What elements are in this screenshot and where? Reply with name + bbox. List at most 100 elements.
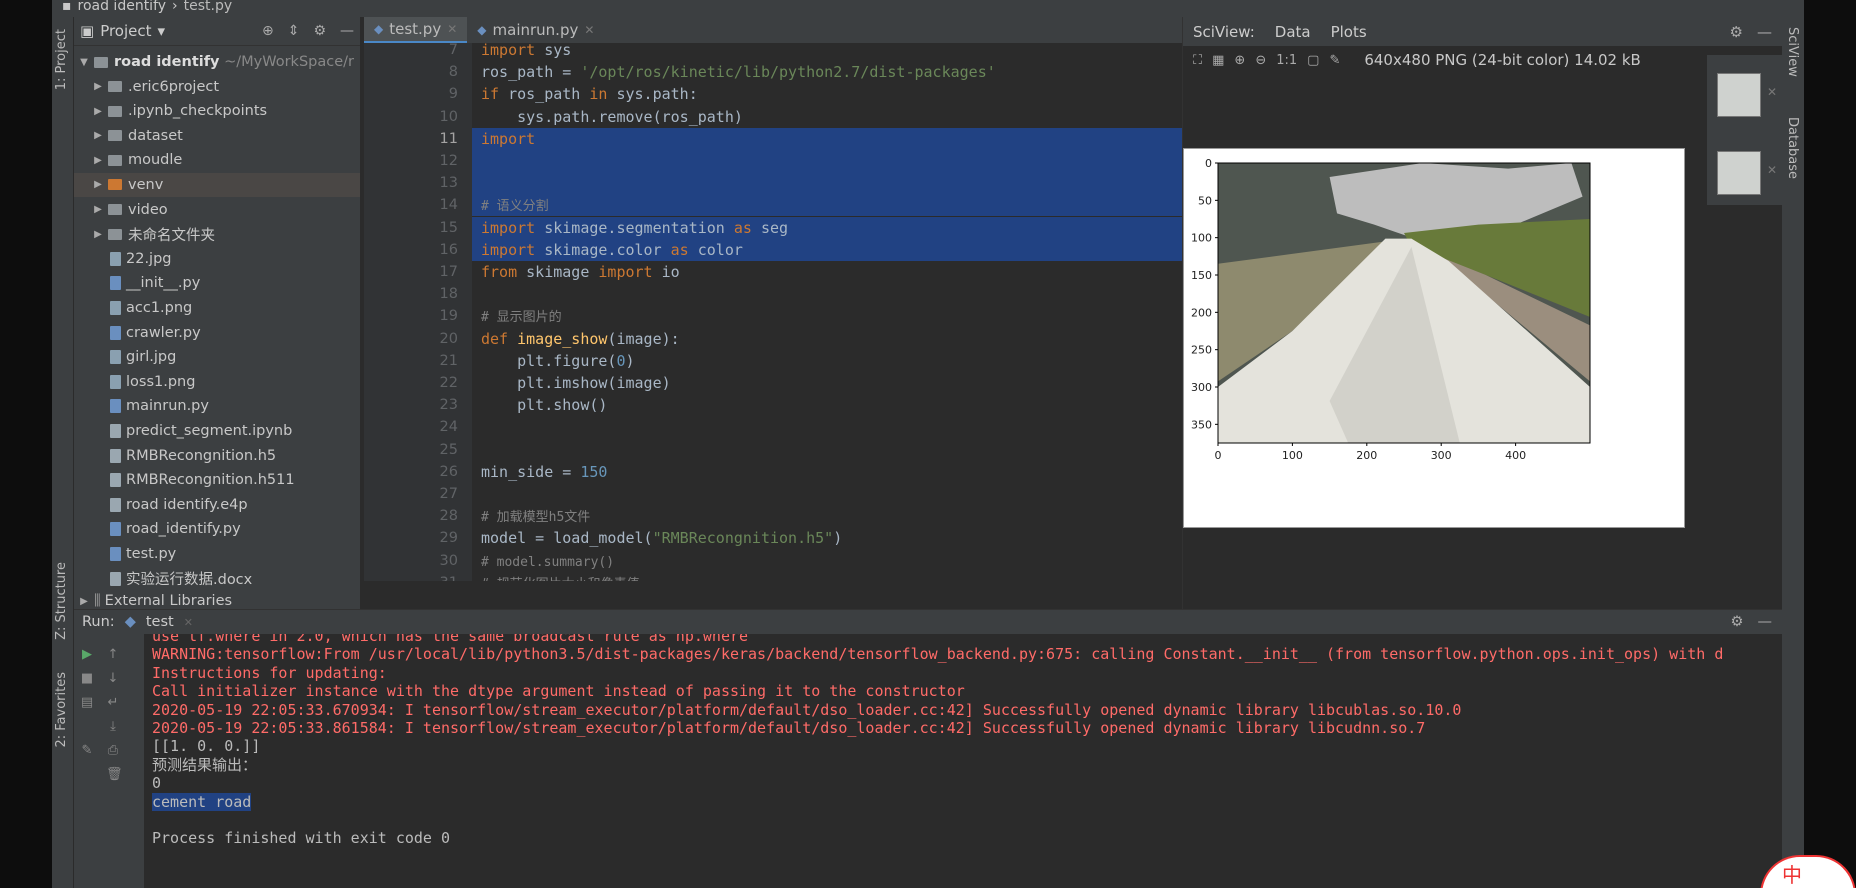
gear-icon[interactable]: ⚙ (313, 23, 326, 39)
chevron-right-icon[interactable]: ▶ (92, 179, 104, 190)
tree-item[interactable]: loss1.png (74, 370, 360, 394)
code-line[interactable]: # 规范化图片大小和像素值 (472, 572, 1232, 581)
stop-icon[interactable]: ■ (80, 672, 94, 686)
tree-item[interactable]: ▶ .ipynb_checkpoints (74, 99, 360, 123)
tree-item[interactable]: girl.jpg (74, 345, 360, 369)
tree-item[interactable]: ▶ 未命名文件夹 (74, 222, 360, 246)
code-line[interactable] (472, 483, 1232, 505)
tab-structure-tool[interactable]: Z: Structure (54, 562, 69, 640)
soft-wrap-icon[interactable]: ↵ (106, 696, 120, 710)
rerun-icon[interactable]: ▶ (80, 648, 94, 662)
tab-favorites-tool[interactable]: 2: Favorites (54, 672, 69, 748)
tree-item[interactable]: test.py (74, 542, 360, 566)
tab-plots[interactable]: Plots (1331, 23, 1367, 41)
fit-to-window-icon[interactable]: ⛶ (1193, 53, 1202, 68)
chevron-down-icon[interactable]: ▾ (158, 22, 166, 40)
tree-root[interactable]: ▼ road identify ~/MyWorkSpace/r (74, 50, 360, 74)
pin-icon[interactable]: ✎ (80, 744, 94, 758)
tree-external-libraries[interactable]: ▶ ⫼ External Libraries (74, 589, 360, 609)
code-line[interactable]: # 显示图片的 (472, 305, 1232, 327)
tab-editor-file[interactable]: ◆ mainrun.py ✕ (467, 17, 604, 43)
title-file[interactable]: test.py (184, 0, 233, 17)
tab-sciview-tool[interactable]: SciView (1785, 27, 1800, 77)
scroll-to-end-icon[interactable]: ⤓ (106, 720, 120, 734)
code-line[interactable] (472, 150, 1232, 172)
tree-item[interactable]: __init__.py (74, 271, 360, 295)
code-line[interactable]: plt.show() (472, 394, 1232, 416)
tree-item[interactable]: predict_segment.ipynb (74, 419, 360, 443)
tree-item[interactable]: ▶ dataset (74, 124, 360, 148)
chevron-right-icon[interactable]: ▶ (92, 155, 104, 166)
chevron-right-icon[interactable]: ▶ (92, 81, 104, 92)
code-line[interactable]: min_side = 150 (472, 461, 1232, 483)
chevron-right-icon[interactable]: ▶ (78, 596, 90, 607)
chevron-right-icon[interactable]: ▶ (92, 204, 104, 215)
tree-item[interactable]: ▶ .eric6project (74, 75, 360, 99)
tree-item[interactable]: ▶ venv (74, 172, 360, 197)
code-line[interactable]: def image_show(image): (472, 328, 1232, 350)
code-line[interactable]: model = load_model("RMBRecongnition.h5") (472, 527, 1232, 549)
chevron-right-icon[interactable]: ▶ (92, 130, 104, 141)
grid-icon[interactable]: ▦ (1212, 53, 1224, 68)
tab-editor-file[interactable]: ◆ test.py ✕ (364, 17, 468, 43)
tree-item[interactable]: ▶ moudle (74, 148, 360, 172)
scroll-up-icon[interactable]: ↑ (106, 648, 120, 662)
code-line[interactable]: if ros_path in sys.path: (472, 83, 1232, 105)
code-line[interactable] (472, 172, 1232, 195)
tree-item[interactable]: RMBRecongnition.h5 (74, 444, 360, 468)
code-editor[interactable]: import sys ros_path = '/opt/ros/kinetic/l… (472, 43, 1232, 581)
hide-icon[interactable]: — (1757, 23, 1772, 41)
locate-icon[interactable]: ⊕ (262, 23, 274, 39)
zoom-out-icon[interactable]: ⊖ (1255, 53, 1266, 68)
scroll-down-icon[interactable]: ↓ (106, 672, 120, 686)
selected-output[interactable]: cement road (152, 792, 252, 811)
plot-thumbnail[interactable] (1717, 73, 1761, 117)
code-line[interactable]: import skimage.segmentation as seg (472, 216, 1232, 239)
print-icon[interactable]: ⎙ (106, 744, 120, 758)
code-line[interactable]: # 语义分割 (472, 194, 1232, 217)
collapse-all-icon[interactable]: ⇕ (288, 23, 300, 39)
gear-icon[interactable]: ⚙ (1730, 23, 1743, 41)
code-line[interactable]: sys.path.remove(ros_path) (472, 106, 1232, 128)
code-line[interactable]: import (472, 127, 1232, 150)
hide-icon[interactable]: — (1758, 614, 1773, 630)
project-panel-title[interactable]: Project (100, 22, 151, 40)
tree-item[interactable]: mainrun.py (74, 394, 360, 418)
tree-item[interactable]: crawler.py (74, 321, 360, 345)
tree-item[interactable]: RMBRecongnition.h511 (74, 468, 360, 492)
chevron-right-icon[interactable]: ▶ (92, 229, 104, 240)
code-line[interactable]: plt.imshow(image) (472, 372, 1232, 394)
tree-item[interactable]: 实验运行数据.docx (74, 567, 360, 591)
code-line[interactable]: # 加载模型h5文件 (472, 505, 1232, 527)
code-line[interactable]: from skimage import io (472, 261, 1232, 283)
color-picker-icon[interactable]: ✎ (1329, 53, 1340, 68)
run-console[interactable]: use tf.where in 2.0, which has the same … (144, 634, 1782, 888)
zoom-in-icon[interactable]: ⊕ (1234, 53, 1245, 68)
code-line[interactable]: import sys (472, 43, 1232, 61)
background-icon[interactable]: ▢ (1307, 53, 1319, 68)
tab-database-tool[interactable]: Database (1785, 117, 1800, 179)
chevron-right-icon[interactable]: ▶ (92, 106, 104, 117)
chevron-down-icon[interactable]: ▼ (78, 57, 90, 68)
actual-size-button[interactable]: 1:1 (1276, 53, 1297, 68)
code-line[interactable] (472, 439, 1232, 461)
close-icon[interactable]: ✕ (1767, 163, 1777, 177)
code-line[interactable]: # model.summary() (472, 550, 1232, 572)
close-icon[interactable]: ✕ (1767, 85, 1777, 99)
code-line[interactable] (472, 283, 1232, 305)
tab-project-tool[interactable]: 1: Project (54, 29, 69, 90)
close-icon[interactable]: ✕ (584, 23, 594, 37)
hide-icon[interactable]: — (340, 23, 354, 39)
tree-item[interactable]: road_identify.py (74, 517, 360, 541)
gear-icon[interactable]: ⚙ (1731, 614, 1744, 630)
code-line[interactable]: plt.figure(0) (472, 350, 1232, 372)
code-line[interactable] (472, 416, 1232, 438)
layout-icon[interactable]: ▤ (80, 696, 94, 710)
trash-icon[interactable]: 🗑 (106, 768, 123, 782)
close-icon[interactable]: ✕ (447, 22, 457, 36)
tree-item[interactable]: ▶ video (74, 198, 360, 222)
close-icon[interactable]: ✕ (184, 616, 193, 629)
plot-thumbnail[interactable] (1717, 151, 1761, 195)
code-line[interactable]: import skimage.color as color (472, 238, 1232, 261)
tree-item[interactable]: road identify.e4p (74, 493, 360, 517)
